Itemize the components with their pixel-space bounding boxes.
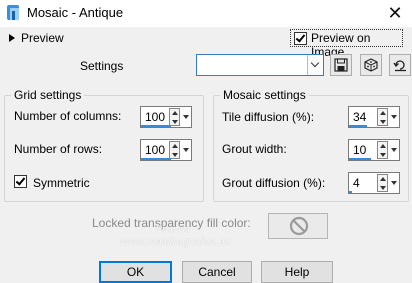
spin-up-icon[interactable]: [380, 144, 386, 148]
rows-value: 100: [145, 143, 166, 157]
spin-menu-icon[interactable]: [183, 148, 189, 152]
spin-arrows[interactable]: [377, 141, 388, 159]
cancel-button[interactable]: Cancel: [182, 261, 252, 283]
value-bar: [141, 158, 171, 160]
rows-label: Number of rows:: [14, 142, 103, 156]
spin-down-icon[interactable]: [380, 120, 386, 124]
check-icon: [15, 175, 26, 186]
spin-arrows[interactable]: [377, 174, 388, 192]
tile-diffusion-value: 34: [353, 110, 367, 124]
tile-diffusion-label: Tile diffusion (%):: [222, 110, 315, 124]
value-bar: [349, 125, 367, 127]
spin-arrows[interactable]: [377, 108, 388, 126]
grid-settings-title: Grid settings: [11, 88, 85, 102]
spin-down-icon[interactable]: [380, 153, 386, 157]
spin-arrows[interactable]: [169, 141, 180, 159]
spin-menu-icon[interactable]: [391, 181, 397, 185]
spin-arrows[interactable]: [169, 108, 180, 126]
spin-up-icon[interactable]: [172, 144, 178, 148]
randomize-button[interactable]: [360, 54, 382, 76]
spin-down-icon[interactable]: [172, 120, 178, 124]
preview-on-image-checkbox[interactable]: Preview on Image: [290, 29, 403, 59]
watermark-name: Pinuccia: [156, 224, 191, 234]
checkbox-box[interactable]: [294, 32, 307, 45]
check-icon: [295, 32, 306, 43]
close-icon[interactable]: ✕: [383, 1, 407, 25]
preset-dropdown[interactable]: [196, 54, 324, 76]
help-button[interactable]: Help: [261, 261, 333, 283]
spin-menu-icon[interactable]: [391, 148, 397, 152]
spin-up-icon[interactable]: [380, 177, 386, 181]
grout-width-label: Grout width:: [222, 142, 287, 156]
expand-triangle-icon: [9, 34, 15, 42]
grout-diffusion-value: 4: [353, 176, 360, 190]
columns-label: Number of columns:: [14, 109, 122, 123]
spin-down-icon[interactable]: [380, 186, 386, 190]
columns-spinner[interactable]: 100: [140, 106, 192, 128]
save-preset-button[interactable]: [330, 54, 352, 76]
spin-up-icon[interactable]: [172, 111, 178, 115]
reset-icon: [393, 60, 406, 72]
value-bar: [349, 191, 352, 193]
fill-color-swatch[interactable]: [268, 213, 328, 239]
window-title: Mosaic - Antique: [27, 5, 124, 20]
grout-diffusion-spinner[interactable]: 4: [348, 172, 400, 194]
dropdown-button[interactable]: [307, 55, 323, 75]
title-bar: Mosaic - Antique ✕: [0, 0, 412, 27]
columns-value: 100: [145, 110, 166, 124]
watermark-url: www.maidiregrafica.eu: [120, 236, 231, 248]
randomize-dice-icon: [364, 58, 378, 72]
rows-spinner[interactable]: 100: [140, 139, 192, 161]
value-bar: [141, 125, 171, 127]
preview-expander[interactable]: Preview: [9, 31, 64, 45]
app-icon: [7, 5, 19, 20]
spin-up-icon[interactable]: [380, 111, 386, 115]
grout-width-value: 10: [353, 143, 367, 157]
value-bar: [349, 158, 371, 160]
ok-button[interactable]: OK: [99, 261, 172, 283]
chevron-down-icon: [310, 58, 320, 68]
spin-down-icon[interactable]: [172, 153, 178, 157]
no-color-icon: [289, 216, 309, 236]
mosaic-settings-title: Mosaic settings: [220, 88, 309, 102]
grout-width-spinner[interactable]: 10: [348, 139, 400, 161]
symmetric-checkbox[interactable]: [14, 175, 27, 188]
tile-diffusion-spinner[interactable]: 34: [348, 106, 400, 128]
settings-label: Settings: [80, 59, 124, 73]
spin-menu-icon[interactable]: [391, 115, 397, 119]
reset-button[interactable]: [389, 54, 411, 76]
spin-menu-icon[interactable]: [183, 115, 189, 119]
grout-diffusion-label: Grout diffusion (%):: [222, 176, 326, 190]
save-preset-icon: [334, 58, 348, 72]
preview-label: Preview: [21, 31, 64, 45]
symmetric-label: Symmetric: [33, 176, 90, 190]
